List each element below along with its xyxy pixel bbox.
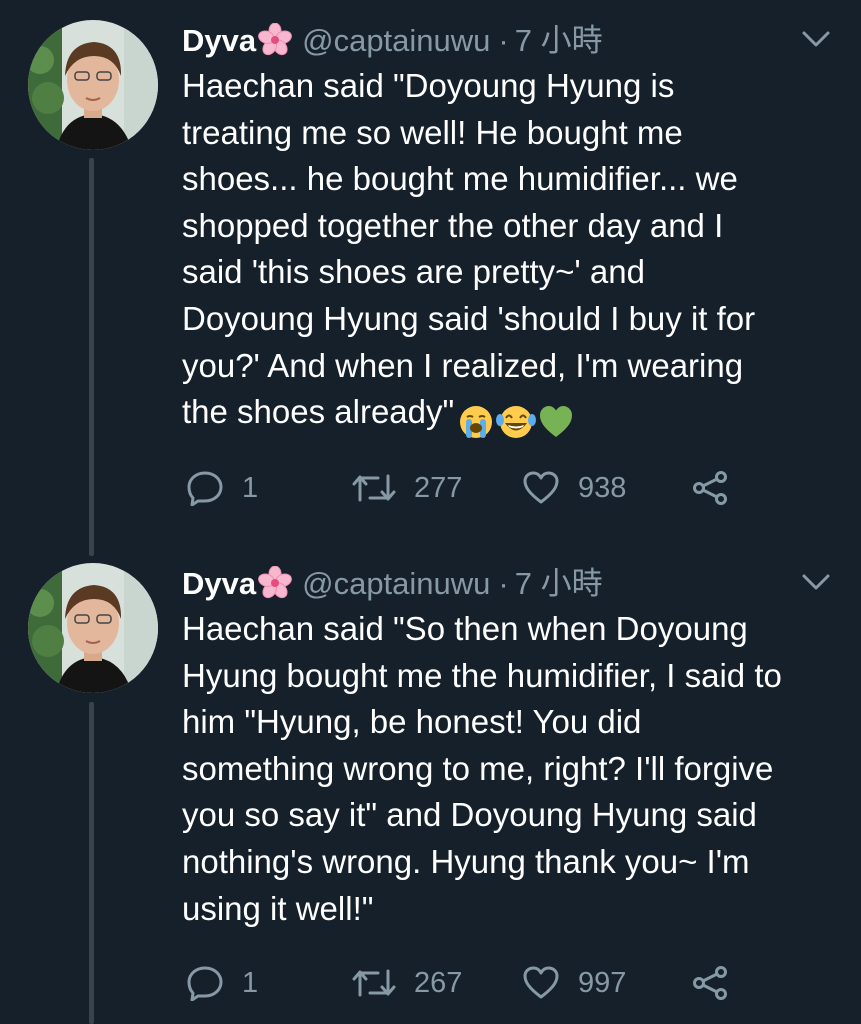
display-name[interactable]: Dyva: [182, 23, 256, 58]
share-icon: [693, 471, 727, 505]
reply-icon: [187, 966, 223, 1001]
share-button[interactable]: [690, 963, 730, 1003]
green-heart-icon: [540, 406, 573, 438]
tweet[interactable]: Dyva @captainuwu · 7 小時 Haechan said "Doyo…: [0, 20, 861, 530]
tweet-text: Haechan said "Doyoung Hyung is treating …: [182, 63, 842, 444]
retweet-button[interactable]: 267: [352, 963, 462, 1003]
like-button[interactable]: 997: [522, 963, 626, 1003]
tweet-actions: 1 267 997: [182, 963, 742, 1003]
heart-icon: [523, 966, 559, 999]
timestamp[interactable]: 7 小時: [515, 23, 603, 58]
emoji-group: [458, 397, 576, 444]
share-icon: [693, 966, 727, 1000]
separator: ·: [498, 566, 509, 601]
tweet-text-content: Haechan said "So then when Doyoung Hyung…: [182, 610, 782, 927]
display-name[interactable]: Dyva: [182, 566, 256, 601]
tears-of-joy-face-icon: [496, 406, 537, 439]
retweet-count: 277: [414, 471, 463, 504]
reply-icon: [187, 471, 223, 506]
share-button[interactable]: [690, 468, 730, 508]
timestamp[interactable]: 7 小時: [515, 566, 603, 601]
reply-count: 1: [242, 471, 259, 504]
tweet-header: Dyva @captainuwu · 7 小時: [182, 563, 603, 605]
chevron-down-icon[interactable]: [801, 571, 831, 593]
tweet[interactable]: Dyva @captainuwu · 7 小時 Haechan said "So t…: [0, 563, 861, 1024]
reply-button[interactable]: 1: [186, 963, 258, 1003]
like-count: 997: [578, 966, 627, 999]
tweet-text: Haechan said "So then when Doyoung Hyung…: [182, 606, 842, 932]
retweet-count: 267: [414, 966, 463, 999]
user-handle[interactable]: @captainuwu: [302, 23, 490, 58]
cherry-blossom-icon: [258, 565, 292, 611]
avatar[interactable]: [28, 20, 158, 150]
loudly-crying-face-icon: [460, 406, 493, 439]
tweet-text-content: Haechan said "Doyoung Hyung is treating …: [182, 67, 756, 431]
user-handle[interactable]: @captainuwu: [302, 566, 490, 601]
tweet-header: Dyva @captainuwu · 7 小時: [182, 20, 603, 62]
tweet-actions: 1 277 938: [182, 468, 742, 508]
separator: ·: [498, 23, 509, 58]
cherry-blossom-icon: [258, 22, 292, 68]
retweet-icon: [352, 474, 396, 502]
heart-icon: [523, 471, 559, 504]
chevron-down-icon[interactable]: [801, 28, 831, 50]
like-button[interactable]: 938: [522, 468, 626, 508]
avatar[interactable]: [28, 563, 158, 693]
like-count: 938: [578, 471, 627, 504]
reply-button[interactable]: 1: [186, 468, 258, 508]
retweet-icon: [352, 969, 396, 997]
retweet-button[interactable]: 277: [352, 468, 462, 508]
reply-count: 1: [242, 966, 259, 999]
